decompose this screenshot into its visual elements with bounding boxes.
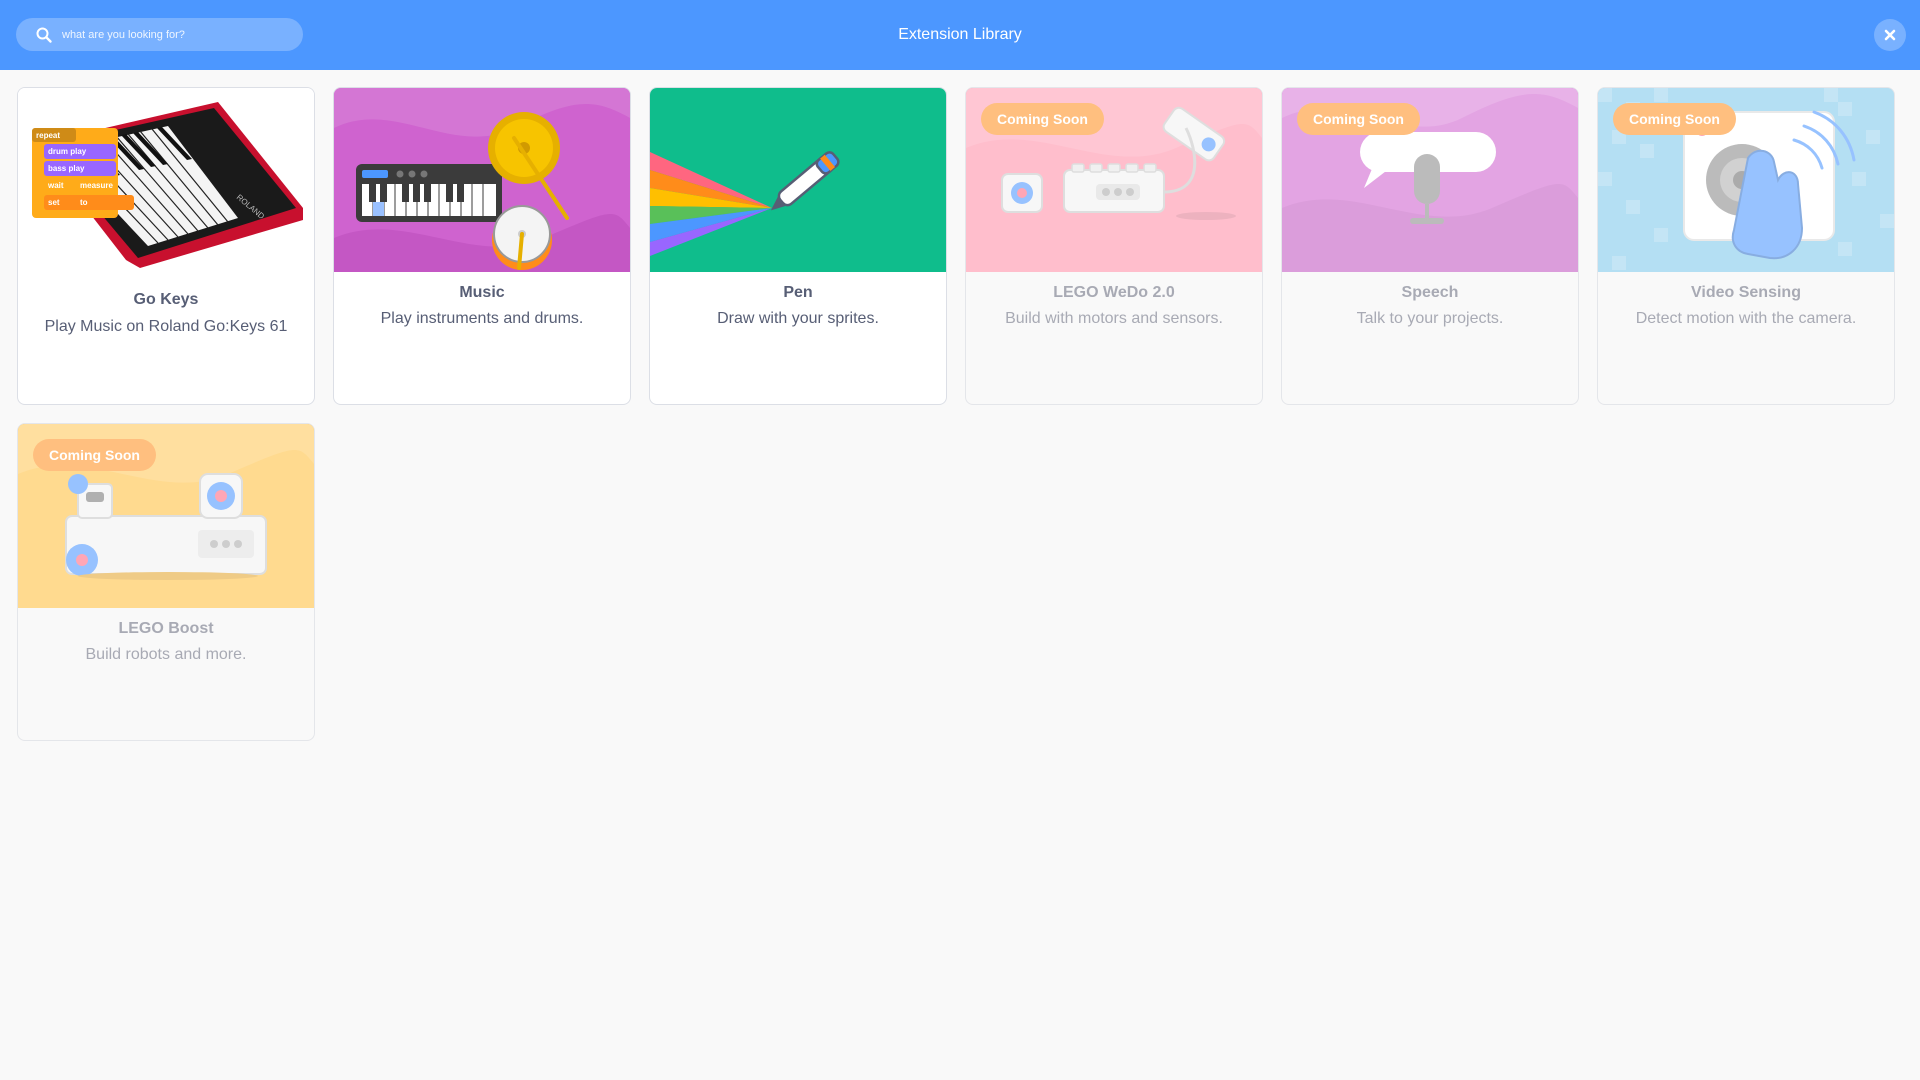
extension-library-header: Extension Library [0,0,1920,70]
extension-name: Speech [1401,284,1459,301]
block-set: set [48,198,60,207]
extension-description: Build with motors and sensors. [1005,310,1223,327]
coming-soon-badge: Coming Soon [1297,103,1420,135]
extension-card-lego-boost: Coming Soon LEGO Boost Build robots and … [17,423,315,741]
extension-description: Build robots and more. [85,646,247,663]
extension-description: Talk to your projects. [1356,310,1504,327]
search-bar[interactable] [16,18,303,51]
coming-soon-badge: Coming Soon [981,103,1104,135]
extension-description: Play Music on Roland Go:Keys 61 [44,318,288,335]
close-icon [1884,29,1896,41]
search-icon [36,27,52,43]
block-repeat: repeat [36,131,60,140]
close-button[interactable] [1874,19,1906,51]
extension-name: Pen [783,284,813,301]
extension-name: Go Keys [133,291,199,308]
coming-soon-badge: Coming Soon [33,439,156,471]
block-bass-play: bass play [48,164,85,173]
extension-name: Music [459,284,505,301]
extension-card-video-sensing: Coming Soon Video Sensing Detect motion … [1597,87,1895,405]
block-measure: measure [80,181,113,190]
extension-name: Video Sensing [1691,284,1801,301]
extension-name: LEGO Boost [118,620,214,637]
coming-soon-badge: Coming Soon [1613,103,1736,135]
pen-image [650,88,946,272]
block-drum-play: drum play [48,147,87,156]
block-wait: wait [47,181,64,190]
extension-description: Play instruments and drums. [380,310,584,327]
extension-card-music[interactable]: Music Play instruments and drums. [333,87,631,405]
extension-name: LEGO WeDo 2.0 [1053,284,1175,301]
music-image [334,88,630,272]
extension-card-speech: Coming Soon Speech Talk to your projects… [1281,87,1579,405]
extension-card-pen[interactable]: Pen Draw with your sprites. [649,87,947,405]
block-to: to [80,198,88,207]
extension-description: Detect motion with the camera. [1635,310,1857,327]
extension-card-lego-wedo: Coming Soon LEGO WeDo 2.0 Build with mot… [965,87,1263,405]
search-input[interactable] [62,18,292,51]
go-keys-image: ROLAND repeat drum play bass play wait m… [18,88,314,272]
extension-card-go-keys[interactable]: ROLAND repeat drum play bass play wait m… [17,87,315,405]
extension-description: Draw with your sprites. [717,310,879,327]
